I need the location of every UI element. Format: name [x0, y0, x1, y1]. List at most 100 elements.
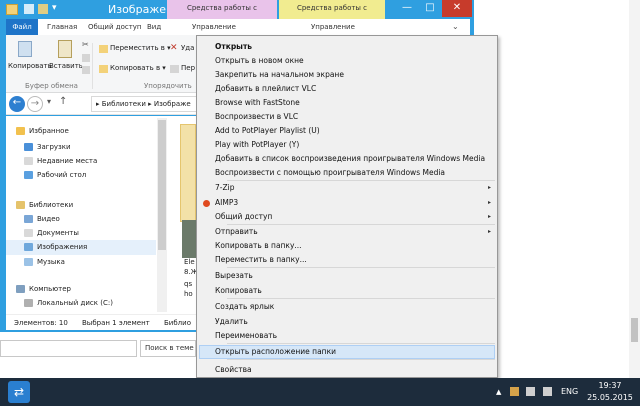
quick-access-chevron-icon[interactable]: ▾	[52, 3, 57, 13]
navpane-item[interactable]: Библиотеки	[6, 198, 156, 213]
image-thumbnail[interactable]	[182, 220, 196, 258]
menu-item[interactable]: Добавить в плейлист VLC	[199, 82, 495, 96]
rename-button[interactable]: Пер	[181, 64, 195, 72]
address-bar[interactable]: ▸ Библиотеки ▸ Изображе	[91, 96, 211, 112]
copy-button[interactable]: Копировать	[8, 62, 52, 70]
ribbon-expand-icon[interactable]: ⌄	[452, 22, 459, 31]
paste-icon[interactable]	[58, 40, 72, 58]
tray-app-icon[interactable]	[510, 387, 519, 396]
close-button[interactable]: ✕	[442, 0, 472, 17]
maximize-button[interactable]: □	[419, 0, 441, 17]
menu-item[interactable]: Копировать	[199, 284, 495, 298]
tray-expand-button[interactable]: ▲	[496, 378, 501, 406]
tab-view[interactable]: Вид	[147, 19, 161, 35]
text-field[interactable]	[0, 340, 137, 357]
navpane-item-icon	[16, 127, 25, 135]
copy-to-button[interactable]: Копировать в ▾	[110, 64, 166, 72]
library-status: Библио	[164, 319, 191, 327]
menu-item[interactable]: Создать ярлык	[199, 300, 495, 314]
properties-icon[interactable]	[24, 4, 34, 14]
menu-item[interactable]: Общий доступ ▸	[199, 210, 495, 224]
navpane-item[interactable]: Музыка	[6, 255, 156, 270]
navpane-item[interactable]: Видео	[6, 212, 156, 227]
file-name-fragment: qs	[184, 280, 193, 288]
tab-manage-pictures[interactable]: Управление	[311, 19, 355, 35]
new-folder-icon[interactable]	[38, 4, 48, 14]
menu-item[interactable]: Добавить в список воспроизведения проигр…	[199, 152, 495, 166]
menu-item[interactable]: Отправить ▸	[199, 225, 495, 239]
navpane-item-label: Локальный диск (C:)	[37, 299, 113, 307]
navpane-item[interactable]: Документы	[6, 226, 156, 241]
navpane-item-icon	[24, 215, 33, 223]
tab-share[interactable]: Общий доступ	[88, 19, 142, 35]
page-scrollbar[interactable]	[629, 0, 640, 378]
menu-item-label: Browse with FastStone	[215, 98, 300, 107]
menu-item[interactable]: Переименовать	[199, 329, 495, 343]
menu-item[interactable]: Открыть	[199, 40, 495, 54]
menu-item[interactable]: Воспроизвести в VLC	[199, 110, 495, 124]
up-button[interactable]: ↑	[59, 96, 67, 107]
volume-icon[interactable]	[543, 387, 552, 396]
tab-manage-library[interactable]: Управление	[192, 19, 236, 35]
taskbar: ⇄ ▲ ENG 19:37 25.05.2015	[0, 378, 640, 406]
network-icon[interactable]	[526, 387, 535, 396]
navpane-item[interactable]: Локальный диск (C:)	[6, 296, 156, 311]
navpane-item[interactable]: Загрузки	[6, 140, 156, 155]
language-indicator[interactable]: ENG	[561, 378, 578, 406]
menu-item[interactable]: Закрепить на начальном экране	[199, 68, 495, 82]
copy-icon[interactable]	[18, 41, 32, 57]
menu-separator	[227, 298, 495, 299]
navpane-item-icon	[24, 258, 33, 266]
menu-item-label: Воспроизвести в VLC	[215, 112, 299, 121]
menu-item[interactable]: Add to PotPlayer Playlist (U)	[199, 124, 495, 138]
move-to-button[interactable]: Переместить в ▾	[110, 44, 171, 52]
menu-item[interactable]: Открыть в новом окне	[199, 54, 495, 68]
menu-item-label: Копировать в папку...	[215, 241, 302, 250]
navpane-scrollbar[interactable]	[157, 118, 167, 312]
copy-path-icon[interactable]	[82, 54, 90, 62]
navpane-item[interactable]: Компьютер	[6, 282, 156, 297]
menu-item[interactable]: Копировать в папку...	[199, 239, 495, 253]
title-bar[interactable]: ▾ Изображения Средства работы с библиоте…	[0, 0, 474, 29]
menu-item[interactable]: Открыть расположение папки	[199, 345, 495, 359]
cut-icon[interactable]: ✂	[82, 41, 90, 49]
navpane-item[interactable]: Недавние места	[6, 154, 156, 169]
history-chevron-icon[interactable]: ▾	[47, 97, 51, 106]
navpane-item-icon	[24, 171, 33, 179]
navpane-item-label: Рабочий стол	[37, 171, 87, 179]
menu-item-label: Закрепить на начальном экране	[215, 70, 344, 79]
page-scroll-thumb[interactable]	[631, 318, 638, 342]
navpane-item-icon	[24, 229, 33, 237]
tab-file[interactable]: Файл	[6, 19, 38, 35]
tab-library-tools[interactable]: Средства работы с библиотекой	[167, 0, 277, 29]
navpane-item[interactable]: Изображения	[6, 240, 156, 255]
delete-icon[interactable]: ✕	[170, 43, 178, 53]
teamviewer-icon[interactable]: ⇄	[8, 381, 30, 403]
menu-item[interactable]: Переместить в папку...	[199, 253, 495, 267]
delete-button[interactable]: Уда	[181, 44, 194, 52]
menu-item-label: AIMP3	[215, 198, 239, 207]
menu-item[interactable]: AIMP3 ▸	[199, 196, 495, 210]
menu-item[interactable]: Вырезать	[199, 269, 495, 283]
paste-shortcut-icon[interactable]	[82, 66, 90, 74]
clock[interactable]: 19:37 25.05.2015	[585, 380, 635, 404]
forward-button[interactable]: →	[27, 96, 43, 112]
paste-button[interactable]: Вставить	[49, 62, 83, 70]
back-button[interactable]: ←	[9, 96, 25, 112]
menu-item[interactable]: Удалить	[199, 315, 495, 329]
menu-item[interactable]: 7-Zip ▸	[199, 181, 495, 195]
menu-item[interactable]: Свойства	[199, 363, 495, 377]
search-input[interactable]: Поиск в теме	[140, 340, 196, 357]
navpane-item[interactable]: Рабочий стол	[6, 168, 156, 183]
copy-to-icon	[99, 65, 108, 73]
folder-thumbnail[interactable]	[180, 124, 196, 222]
navpane-item[interactable]: Избранное	[6, 124, 156, 139]
tab-home[interactable]: Главная	[47, 19, 77, 35]
tab-picture-tools[interactable]: Средства работы с рисунками	[279, 0, 385, 29]
minimize-button[interactable]: —	[396, 0, 418, 17]
navpane-scroll-thumb[interactable]	[158, 120, 166, 250]
menu-item[interactable]: Воспроизвести с помощью проигрывателя Wi…	[199, 166, 495, 180]
menu-item[interactable]: Play with PotPlayer (Y)	[199, 138, 495, 152]
navpane-item-label: Избранное	[29, 127, 69, 135]
menu-item[interactable]: Browse with FastStone	[199, 96, 495, 110]
